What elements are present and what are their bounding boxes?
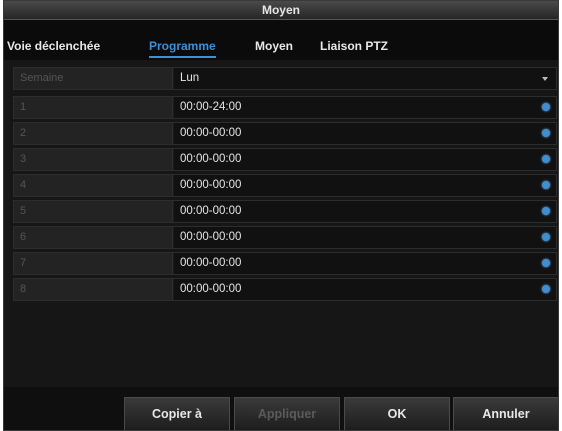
- period-time-field[interactable]: 00:00-00:00: [174, 201, 556, 222]
- schedule-row-6: 6 00:00-00:00: [13, 226, 557, 249]
- edit-dot-icon[interactable]: [542, 233, 550, 241]
- schedule-row-5: 5 00:00-00:00: [13, 200, 557, 223]
- period-index: 4: [14, 175, 173, 196]
- edit-dot-icon[interactable]: [542, 181, 550, 189]
- period-time-value: 00:00-00:00: [180, 205, 242, 217]
- period-index: 7: [14, 253, 173, 274]
- cancel-button[interactable]: Annuler: [453, 397, 558, 430]
- period-time-field[interactable]: 00:00-00:00: [174, 227, 556, 248]
- schedule-row-2: 2 00:00-00:00: [13, 122, 557, 145]
- edit-dot-icon[interactable]: [542, 285, 550, 293]
- copy-button[interactable]: Copier à: [124, 397, 230, 430]
- edit-dot-icon[interactable]: [542, 129, 550, 137]
- tab-programme[interactable]: Programme: [149, 39, 216, 58]
- ok-button[interactable]: OK: [344, 397, 450, 430]
- period-time-field[interactable]: 00:00-00:00: [174, 279, 556, 300]
- week-row: Semaine Lun: [13, 67, 557, 90]
- period-index: 8: [14, 279, 173, 300]
- period-time-value: 00:00-00:00: [180, 153, 242, 165]
- period-time-value: 00:00-00:00: [180, 283, 242, 295]
- period-time-value: 00:00-00:00: [180, 179, 242, 191]
- schedule-row-3: 3 00:00-00:00: [13, 148, 557, 171]
- schedule-row-1: 1 00:00-24:00: [13, 96, 557, 119]
- period-time-value: 00:00-00:00: [180, 257, 242, 269]
- edit-dot-icon[interactable]: [542, 103, 550, 111]
- period-time-field[interactable]: 00:00-00:00: [174, 123, 556, 144]
- week-select-value: Lun: [180, 72, 200, 84]
- period-index: 2: [14, 123, 173, 144]
- button-bar: Copier à Appliquer OK Annuler: [4, 387, 558, 430]
- period-index: 3: [14, 149, 173, 170]
- period-time-value: 00:00-00:00: [180, 231, 242, 243]
- schedule-panel: Semaine Lun 1 00:00-24:00 2 00:00-00:00 …: [4, 60, 558, 387]
- schedule-row-7: 7 00:00-00:00: [13, 252, 557, 275]
- edit-dot-icon[interactable]: [542, 259, 550, 267]
- dialog-title: Moyen: [4, 1, 558, 20]
- period-index: 6: [14, 227, 173, 248]
- schedule-dialog: Moyen Voie déclenchée Programme Moyen Li…: [3, 0, 559, 431]
- tab-bar: Voie déclenchée Programme Moyen Liaison …: [4, 20, 558, 60]
- week-select[interactable]: Lun: [174, 68, 556, 89]
- edit-dot-icon[interactable]: [542, 155, 550, 163]
- tab-liaison-ptz[interactable]: Liaison PTZ: [320, 39, 388, 53]
- week-label: Semaine: [14, 68, 173, 89]
- apply-button[interactable]: Appliquer: [234, 397, 340, 430]
- period-time-field[interactable]: 00:00-00:00: [174, 175, 556, 196]
- period-time-value: 00:00-00:00: [180, 127, 242, 139]
- tab-moyen[interactable]: Moyen: [255, 39, 293, 53]
- edit-dot-icon[interactable]: [542, 207, 550, 215]
- schedule-row-4: 4 00:00-00:00: [13, 174, 557, 197]
- period-time-value: 00:00-24:00: [180, 101, 242, 113]
- period-time-field[interactable]: 00:00-24:00: [174, 97, 556, 118]
- period-time-field[interactable]: 00:00-00:00: [174, 149, 556, 170]
- chevron-down-icon: [542, 77, 548, 81]
- schedule-row-8: 8 00:00-00:00: [13, 278, 557, 301]
- period-index: 5: [14, 201, 173, 222]
- period-time-field[interactable]: 00:00-00:00: [174, 253, 556, 274]
- period-index: 1: [14, 97, 173, 118]
- tab-voie-declenchee[interactable]: Voie déclenchée: [7, 39, 100, 53]
